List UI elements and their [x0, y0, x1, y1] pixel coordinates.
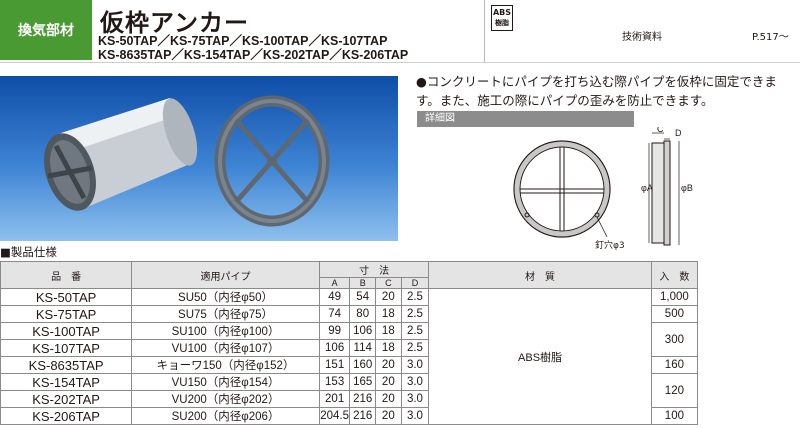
product-description: ●コンクリートにパイプを打ち込む際パイプを仮枠に固定できます。また、施工の際にパ…	[416, 74, 777, 108]
dim-a: 201	[318, 390, 351, 408]
dim-c: 20	[375, 407, 402, 425]
model-list-line2: KS-8635TAP／KS-154TAP／KS-202TAP／KS-206TAP	[98, 47, 409, 62]
product-code: KS-154TAP	[0, 373, 133, 391]
product-code: KS-202TAP	[0, 390, 133, 408]
dim-c: 20	[375, 356, 402, 374]
header-dim-d: D	[400, 277, 430, 289]
dimension-a-label: φA	[641, 183, 653, 193]
front-view	[513, 140, 611, 238]
dim-d: 2.5	[400, 305, 430, 323]
dim-d: 2.5	[400, 339, 430, 357]
dim-d: 2.5	[400, 288, 430, 306]
category-badge: 換気部材	[0, 0, 92, 60]
material-cell: ABS樹脂	[428, 288, 652, 425]
material-badge-top: ABS	[492, 8, 512, 17]
product-code: KS-75TAP	[0, 305, 133, 323]
pipe-spec: SU100（内径φ100）	[131, 322, 320, 340]
quantity: 1,000	[650, 288, 699, 306]
quantity: 500	[650, 305, 699, 323]
dim-d: 3.0	[400, 407, 430, 425]
header-quantity: 入 数	[650, 261, 699, 289]
dim-d: 2.5	[400, 322, 430, 340]
tech-reference-page[interactable]: P.517～	[752, 28, 789, 43]
header-divider	[484, 0, 485, 62]
dim-a: 106	[318, 339, 351, 357]
dim-c: 20	[375, 390, 402, 408]
dim-d: 3.0	[400, 373, 430, 391]
material-badge: ABS 樹脂	[491, 5, 513, 31]
pipe-spec: VU200（内径φ202）	[131, 390, 320, 408]
header-material: 材 質	[428, 261, 652, 289]
dim-a: 74	[318, 305, 351, 323]
model-list-line1: KS-50TAP／KS-75TAP／KS-100TAP／KS-107TAP	[98, 34, 388, 48]
product-photo	[0, 76, 398, 241]
header-dim-a: A	[318, 277, 351, 289]
dim-b: 114	[349, 339, 377, 357]
side-view	[648, 132, 680, 246]
page-title: 仮枠アンカー	[100, 9, 250, 37]
dim-b: 216	[349, 407, 377, 425]
pipe-with-anchor-image	[44, 98, 198, 211]
dim-a: 99	[318, 322, 351, 340]
quantity: 100	[650, 407, 699, 425]
dim-d: 3.0	[400, 390, 430, 408]
detail-drawing-tab: 詳細図	[417, 111, 634, 127]
pipe-spec: キョーワ150（内径φ152）	[131, 356, 320, 374]
dim-c: 20	[375, 288, 402, 306]
dim-a: 49	[318, 288, 351, 306]
dim-b: 106	[349, 322, 377, 340]
table-row: KS-50TAP SU50（内径φ50） 49 54 20 2.5 ABS樹脂 …	[0, 288, 699, 425]
product-code: KS-206TAP	[0, 407, 133, 425]
dim-b: 54	[349, 288, 377, 306]
material-badge-bottom: 樹脂	[492, 18, 512, 29]
product-code: KS-8635TAP	[0, 356, 133, 374]
header-dim-b: B	[349, 277, 377, 289]
pipe-spec: SU50（内径φ50）	[131, 288, 320, 306]
dim-b: 165	[349, 373, 377, 391]
dim-a: 204.5	[318, 407, 351, 425]
dim-b: 160	[349, 356, 377, 374]
dim-c: 18	[375, 322, 402, 340]
anchor-ring-image	[214, 95, 330, 227]
dim-c: 18	[375, 339, 402, 357]
spec-heading: ■製品仕様	[0, 245, 57, 259]
header-bottom-rule	[0, 62, 800, 63]
dim-a: 151	[318, 356, 351, 374]
dimension-b-label: φB	[681, 183, 693, 193]
product-code: KS-107TAP	[0, 339, 133, 357]
dimension-d-label: D	[675, 128, 682, 138]
dim-b: 80	[349, 305, 377, 323]
quantity: 300	[650, 322, 699, 357]
nail-hole-label: 釘穴φ3	[595, 239, 625, 251]
product-code: KS-50TAP	[0, 288, 133, 306]
dim-d: 3.0	[400, 356, 430, 374]
product-code: KS-100TAP	[0, 322, 133, 340]
model-list: KS-50TAP／KS-75TAP／KS-100TAP／KS-107TAP KS…	[98, 34, 409, 62]
dim-b: 216	[349, 390, 377, 408]
pipe-spec: VU100（内径φ107）	[131, 339, 320, 357]
header-pipe: 適用パイプ	[131, 261, 320, 289]
spec-table: 品 番 適用パイプ 寸 法 材 質 入 数 A B C D KS-50TAP S…	[0, 261, 699, 425]
header-product: 品 番	[0, 261, 133, 289]
dim-c: 18	[375, 305, 402, 323]
quantity: 160	[650, 356, 699, 374]
dim-a: 153	[318, 373, 351, 391]
dimension-c-label: C	[657, 127, 664, 134]
header-dim-c: C	[375, 277, 402, 289]
pipe-spec: VU150（内径φ154）	[131, 373, 320, 391]
quantity: 120	[650, 373, 699, 408]
pipe-spec: SU200（内径φ206）	[131, 407, 320, 425]
dim-c: 20	[375, 373, 402, 391]
tech-reference-label: 技術資料	[622, 32, 662, 43]
header-dimensions: 寸 法	[318, 261, 430, 278]
detail-drawing: C D φA φB 釘穴φ3	[417, 124, 717, 252]
pipe-spec: SU75（内径φ75）	[131, 305, 320, 323]
